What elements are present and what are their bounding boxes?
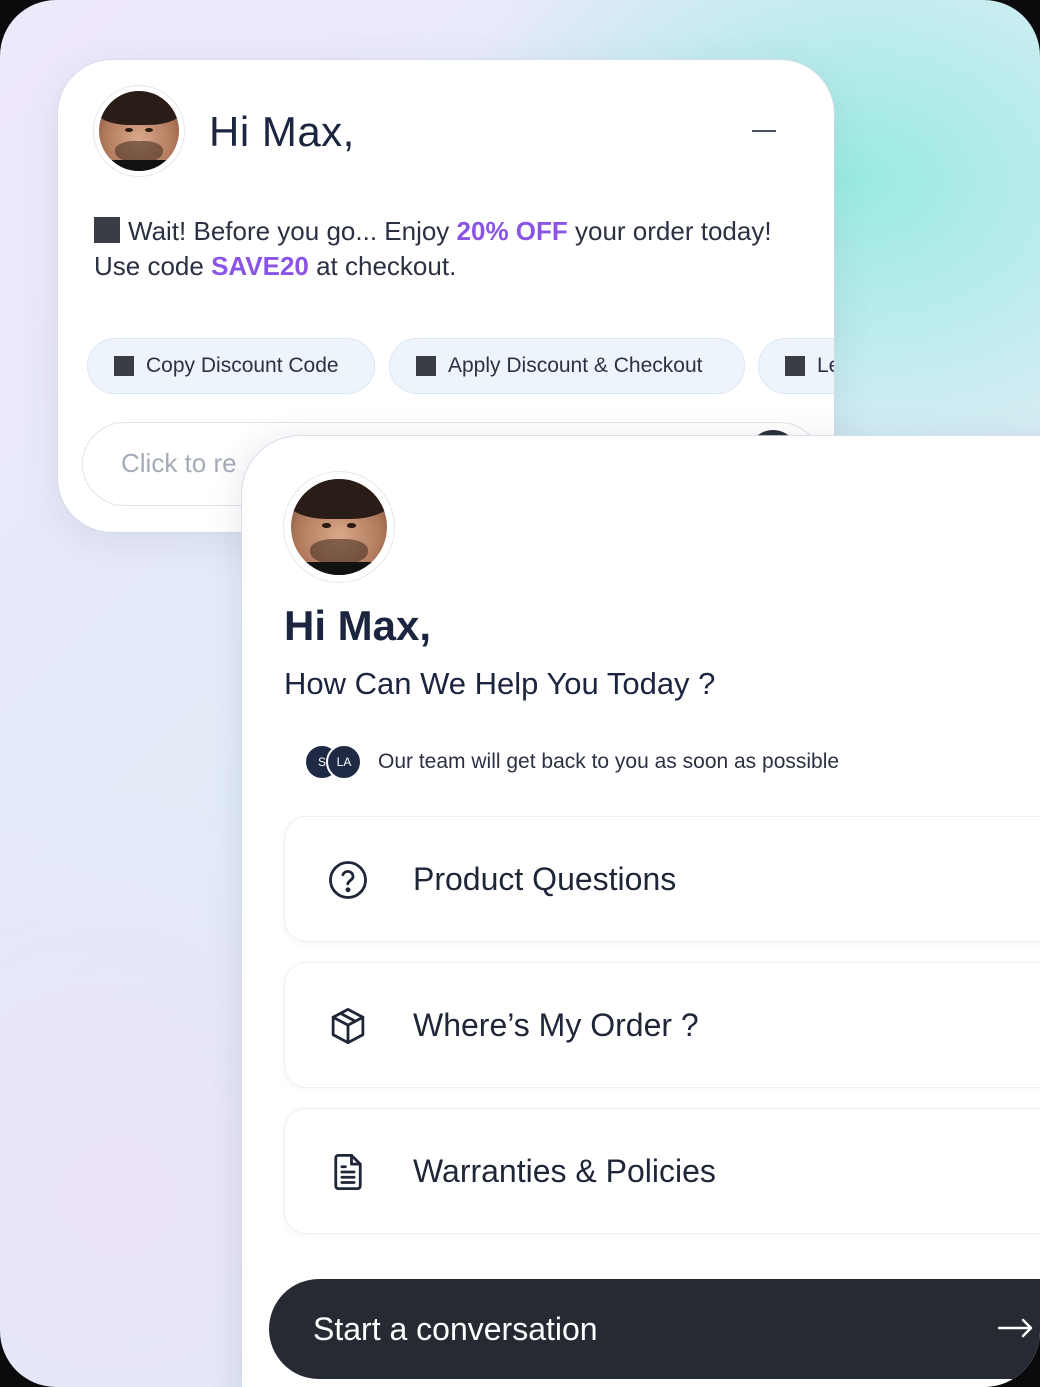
popup-message: Wait! Before you go... Enjoy 20% OFF you…	[94, 214, 774, 284]
option-label: Where’s My Order ?	[413, 1007, 699, 1043]
discount-code: SAVE20	[211, 251, 309, 281]
package-icon	[331, 1007, 365, 1045]
popup-greeting: Hi Max,	[209, 108, 355, 155]
minimize-icon[interactable]	[752, 130, 776, 132]
document-icon	[334, 1153, 362, 1191]
emoji-placeholder-icon	[94, 217, 120, 243]
apply-discount-checkout-button[interactable]: Apply Discount & Checkout	[389, 338, 745, 394]
widget-subtitle: How Can We Help You Today ?	[284, 666, 716, 701]
agent-avatar	[284, 472, 394, 582]
option-label: Warranties & Policies	[413, 1153, 716, 1189]
background: Hi Max, Wait! Before you go... Enjoy 20%…	[0, 0, 1040, 1387]
widget-greeting: Hi Max,	[284, 602, 432, 649]
team-response-text: Our team will get back to you as soon as…	[378, 750, 840, 773]
emoji-placeholder-icon	[416, 356, 436, 376]
start-conversation-button[interactable]: Start a conversation	[269, 1279, 1040, 1379]
third-quick-reply-button[interactable]: Le	[758, 338, 834, 394]
chip-label: Le	[817, 354, 834, 377]
cta-label: Start a conversation	[313, 1311, 598, 1347]
message-text-pre: Wait! Before you go... Enjoy	[128, 216, 457, 246]
message-text-post: at checkout.	[308, 251, 457, 281]
emoji-placeholder-icon	[785, 356, 805, 376]
chip-label: Copy Discount Code	[146, 354, 339, 377]
agent-avatar	[94, 86, 184, 176]
product-questions-option[interactable]: Product Questions	[284, 816, 1040, 942]
copy-discount-code-button[interactable]: Copy Discount Code	[87, 338, 375, 394]
wheres-my-order-option[interactable]: Where’s My Order ?	[284, 962, 1040, 1088]
warranties-policies-option[interactable]: Warranties & Policies	[284, 1108, 1040, 1234]
arrow-right-icon	[997, 1318, 1033, 1338]
emoji-placeholder-icon	[114, 356, 134, 376]
help-widget-card: Hi Max, How Can We Help You Today ? S LA…	[242, 436, 1040, 1387]
question-circle-icon	[329, 861, 367, 899]
option-label: Product Questions	[413, 861, 677, 897]
discount-amount: 20% OFF	[456, 216, 568, 246]
chip-label: Apply Discount & Checkout	[448, 354, 703, 377]
team-avatar: LA	[326, 744, 362, 780]
team-status: S LA Our team will get back to you as so…	[304, 744, 839, 780]
